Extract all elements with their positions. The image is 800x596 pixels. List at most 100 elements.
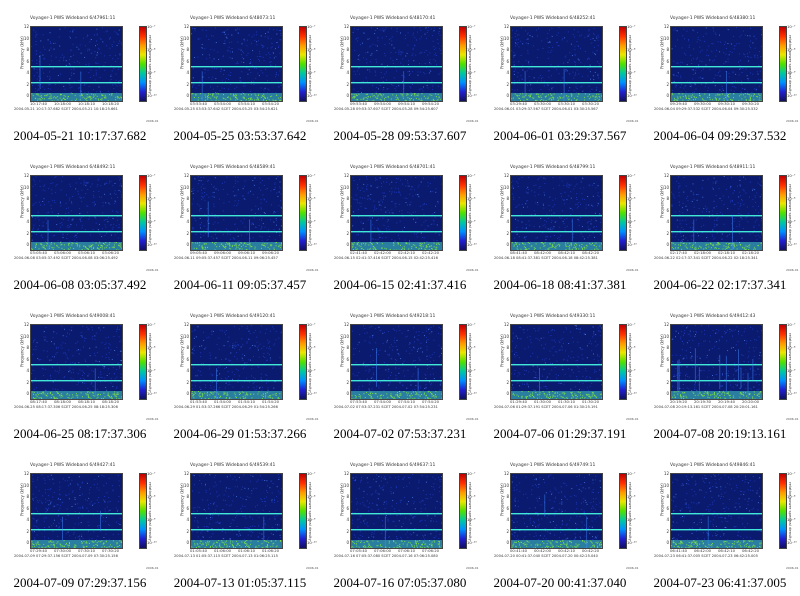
panel-caption: 2004-06-25 08:17:37.306 — [13, 426, 147, 441]
colorbar-ticks: 10⁻⁷ 10⁻⁸ 10⁻⁹ 10⁻¹⁰ — [467, 173, 479, 249]
spectrogram-plot — [350, 324, 443, 400]
y-tick-label: 6 — [506, 505, 509, 511]
y-ticks: 12 10 8 6 4 2 0 — [182, 471, 190, 547]
colorbar-tick-label: 10⁻⁷ — [627, 24, 636, 29]
colorbar-ticks: 10⁻⁷ 10⁻⁸ 10⁻⁹ 10⁻¹⁰ — [787, 173, 799, 249]
y-tick-label: 4 — [186, 368, 189, 373]
x-tick-label: 03:30:10 — [558, 101, 576, 106]
y-ticks: 12 10 8 6 4 2 0 — [502, 471, 510, 547]
spectrogram-plot — [350, 26, 443, 102]
y-tick-label: 8 — [346, 196, 349, 201]
colorbar-tick-label: 10⁻⁸ — [467, 47, 476, 52]
x-tick-label: 07:06:00 — [374, 548, 392, 553]
y-tick-label: 4 — [506, 368, 509, 373]
panel-caption: 2004-06-01 03:29:37.567 — [493, 128, 627, 143]
spectrogram-panel: Voyager-1 PWS Wideband 6/48380:11 Frequen… — [640, 0, 800, 149]
colorbar-tick-label: 10⁻⁷ — [307, 322, 316, 327]
spectrogram-panel: Voyager-1 PWS Wideband 6/49008:41 Frequen… — [0, 298, 160, 447]
y-tick-label: 12 — [503, 24, 509, 29]
x-tick-label: 09:30:00 — [694, 101, 712, 106]
y-tick-label: 12 — [503, 322, 509, 327]
y-tick-label: 2 — [506, 528, 509, 534]
y-tick-label: 12 — [183, 322, 189, 327]
y-tick-label: 2 — [26, 379, 29, 385]
x-tick-label: 02:42:20 — [422, 250, 440, 255]
colorbar — [459, 473, 467, 549]
colorbar-tick-label: 10⁻¹⁰ — [627, 391, 637, 396]
y-tick-label: 8 — [666, 345, 669, 350]
x-tick-label: 07:29:40 — [30, 548, 48, 553]
y-tick-label: 10 — [503, 333, 509, 339]
panel-title: Voyager-1 PWS Wideband 6/48701:41 — [350, 165, 436, 170]
spectrogram-plot — [30, 26, 123, 102]
x-tick-label: 08:17:40 — [30, 399, 48, 404]
plot-stamp: 2006-01 — [146, 566, 159, 570]
y-tick-label: 12 — [343, 24, 349, 29]
colorbar-tick-label: 10⁻⁹ — [627, 368, 636, 373]
x-tick-label: 03:29:40 — [510, 101, 528, 106]
y-tick-label: 2 — [346, 230, 349, 236]
colorbar-ticks: 10⁻⁷ 10⁻⁸ 10⁻⁹ 10⁻¹⁰ — [467, 24, 479, 100]
y-ticks: 12 10 8 6 4 2 0 — [22, 173, 30, 249]
colorbar-tick-label: 10⁻⁹ — [467, 70, 476, 75]
colorbar — [619, 175, 627, 251]
colorbar-tick-label: 10⁻⁸ — [307, 494, 316, 499]
y-tick-label: 10 — [183, 35, 189, 41]
y-tick-label: 2 — [26, 81, 29, 87]
y-tick-label: 8 — [346, 494, 349, 499]
colorbar — [299, 26, 307, 102]
colorbar-tick-label: 10⁻⁹ — [307, 219, 316, 224]
y-ticks: 12 10 8 6 4 2 0 — [342, 24, 350, 100]
colorbar — [779, 175, 787, 251]
colorbar-tick-label: 10⁻⁹ — [787, 368, 796, 373]
spectrogram-plot — [670, 473, 763, 549]
x-tick-label: 02:18:20 — [742, 250, 760, 255]
x-tick-label: 02:42:00 — [374, 250, 392, 255]
y-tick-label: 10 — [183, 184, 189, 190]
y-tick-label: 12 — [663, 24, 669, 29]
plot-stamp: 2006-01 — [146, 268, 159, 272]
plot-stamp: 2006-01 — [466, 566, 479, 570]
y-tick-label: 0 — [666, 93, 669, 98]
colorbar — [779, 324, 787, 400]
plot-stamp: 2006-01 — [306, 119, 319, 123]
y-tick-label: 6 — [666, 505, 669, 511]
colorbar-ticks: 10⁻⁷ 10⁻⁸ 10⁻⁹ 10⁻¹⁰ — [787, 322, 799, 398]
y-tick-label: 10 — [663, 482, 669, 488]
x-tick-label: 03:30:20 — [582, 101, 600, 106]
spectrogram-panel: Voyager-1 PWS Wideband 6/48799:11 Frequen… — [480, 149, 640, 298]
colorbar — [139, 324, 147, 400]
x-tick-label: 03:06:10 — [78, 250, 96, 255]
colorbar-tick-label: 10⁻⁸ — [627, 345, 636, 350]
y-tick-label: 4 — [666, 70, 669, 75]
y-ticks: 12 10 8 6 4 2 0 — [22, 471, 30, 547]
y-tick-label: 0 — [26, 391, 29, 396]
y-tick-label: 10 — [663, 333, 669, 339]
colorbar-ticks: 10⁻⁷ 10⁻⁸ 10⁻⁹ 10⁻¹⁰ — [307, 471, 319, 547]
spectrogram-plot — [350, 175, 443, 251]
y-tick-label: 12 — [183, 173, 189, 178]
x-tick-label: 08:18:10 — [78, 399, 96, 404]
colorbar-tick-label: 10⁻⁹ — [307, 517, 316, 522]
y-tick-label: 6 — [346, 207, 349, 213]
spectrogram-panel: Voyager-1 PWS Wideband 6/49846:41 Frequen… — [640, 447, 800, 596]
spectrogram-plot — [510, 324, 603, 400]
colorbar-tick-label: 10⁻⁷ — [467, 24, 476, 29]
colorbar-tick-label: 10⁻⁷ — [787, 24, 796, 29]
y-tick-label: 8 — [26, 345, 29, 350]
colorbar — [459, 26, 467, 102]
y-ticks: 12 10 8 6 4 2 0 — [662, 471, 670, 547]
y-tick-label: 10 — [183, 333, 189, 339]
spectrogram-plot — [30, 473, 123, 549]
panel-caption: 2004-07-06 01:29:37.191 — [493, 426, 627, 441]
colorbar-tick-label: 10⁻¹⁰ — [147, 93, 157, 98]
y-tick-label: 8 — [346, 345, 349, 350]
y-ticks: 12 10 8 6 4 2 0 — [662, 322, 670, 398]
plot-stamp: 2006-01 — [306, 566, 319, 570]
y-tick-label: 12 — [503, 173, 509, 178]
panel-caption: 2004-07-23 06:41:37.005 — [653, 575, 787, 590]
y-tick-label: 6 — [346, 356, 349, 362]
colorbar-tick-label: 10⁻⁷ — [467, 322, 476, 327]
colorbar-ticks: 10⁻⁷ 10⁻⁸ 10⁻⁹ 10⁻¹⁰ — [627, 24, 639, 100]
colorbar-tick-label: 10⁻⁹ — [787, 219, 796, 224]
